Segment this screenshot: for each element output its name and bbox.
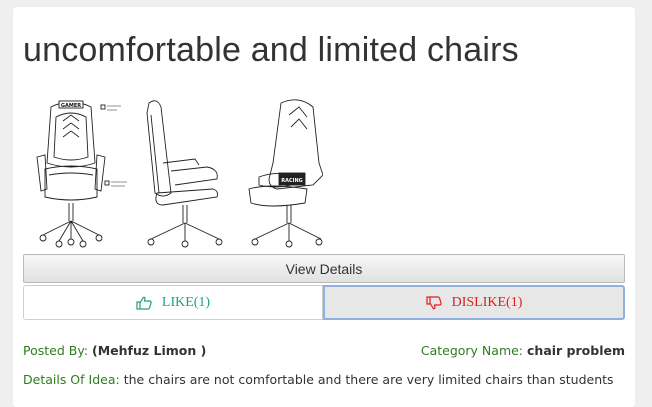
- category: Category Name: chair problem: [421, 343, 625, 358]
- idea-details: Details Of Idea: the chairs are not comf…: [23, 372, 625, 387]
- chair-front-view: GAMER: [36, 100, 127, 248]
- idea-meta: Posted By: (Mehfuz Limon ) Category Name…: [23, 343, 625, 361]
- posted-by-label: Posted By:: [23, 343, 89, 358]
- details-text: the chairs are not comfortable and there…: [123, 372, 614, 387]
- posted-by-value: (Mehfuz Limon ): [92, 343, 207, 358]
- svg-text:RACING: RACING: [281, 178, 303, 184]
- like-label: LIKE(1): [161, 294, 211, 310]
- posted-by: Posted By: (Mehfuz Limon ): [23, 343, 206, 358]
- idea-title: uncomfortable and limited chairs: [23, 31, 519, 69]
- like-button[interactable]: LIKE(1): [23, 285, 323, 320]
- chair-side-view: [146, 100, 223, 248]
- thumbs-up-icon: [136, 296, 152, 310]
- thumbs-down-icon: [426, 295, 442, 310]
- details-label: Details Of Idea:: [23, 372, 120, 387]
- dislike-label: DISLIKE(1): [451, 294, 523, 310]
- category-value: chair problem: [527, 343, 625, 358]
- dislike-button[interactable]: DISLIKE(1): [323, 285, 625, 320]
- idea-card: uncomfortable and limited chairs GAMER R…: [13, 7, 635, 407]
- svg-text:GAMER: GAMER: [61, 103, 81, 109]
- idea-image: GAMER RACING: [23, 93, 324, 259]
- chair-back-view: RACING: [248, 99, 324, 248]
- view-details-button[interactable]: View Details: [23, 254, 625, 283]
- vote-buttons: LIKE(1) DISLIKE(1): [23, 285, 625, 320]
- category-label: Category Name:: [420, 343, 524, 358]
